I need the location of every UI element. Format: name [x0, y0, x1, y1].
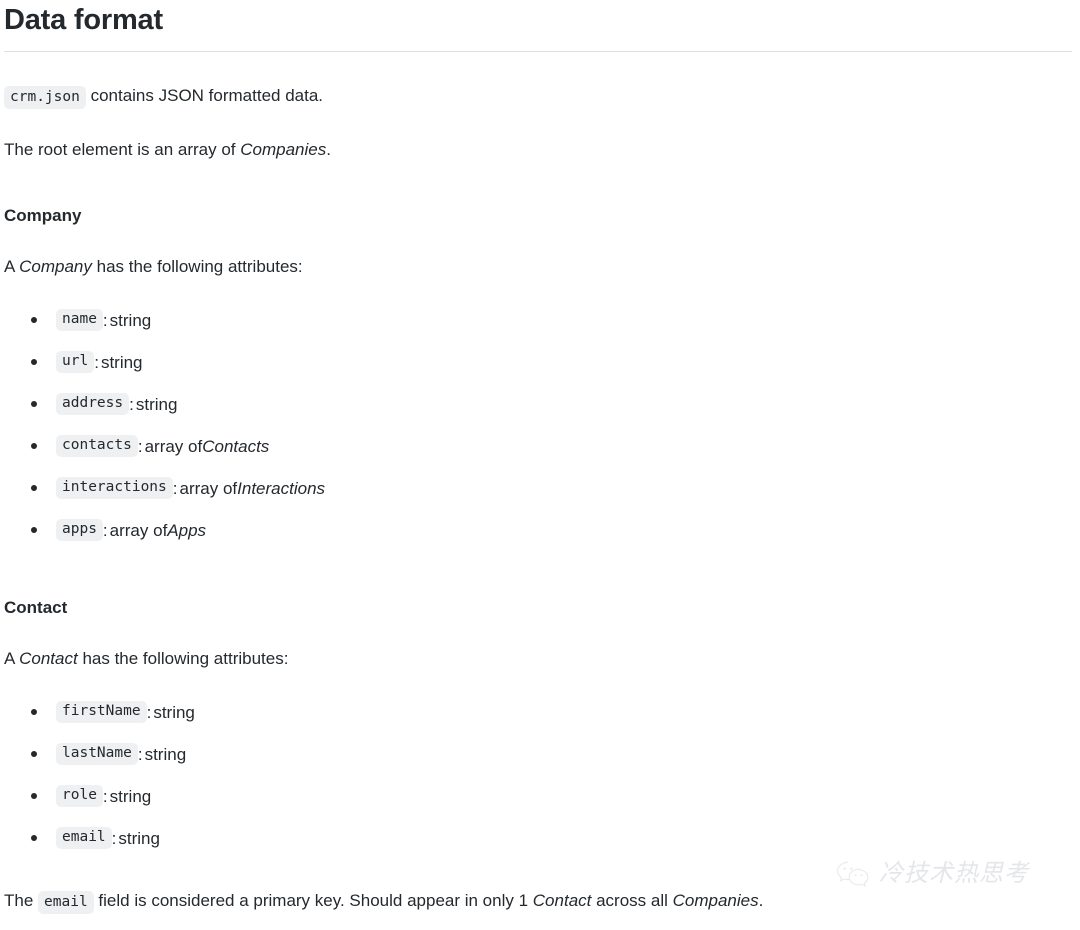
company-attribute-list: name : string url : string address : str… — [4, 299, 1072, 551]
wechat-icon — [837, 861, 869, 888]
contact-lead-after: has the following attributes: — [77, 648, 289, 668]
list-item: firstName : string — [4, 691, 1072, 733]
attribute-type-italic: Interactions — [237, 478, 326, 498]
bullet-icon — [31, 793, 37, 800]
attribute-type-italic: Apps — [167, 520, 207, 540]
bullet-icon — [31, 485, 37, 492]
attribute-separator: : — [137, 744, 143, 764]
watermark: 冷技术热思考 — [836, 860, 1029, 888]
contact-lead-type: Contact — [19, 648, 78, 668]
attribute-separator: : — [102, 786, 108, 806]
bullet-icon — [31, 751, 37, 758]
attribute-name-chip: name — [56, 309, 103, 331]
intro-paragraph: crm.json contains JSON formatted data. — [4, 83, 1072, 110]
list-item: role : string — [4, 775, 1072, 817]
page-title: Data format — [4, 4, 163, 36]
root-text-before: The root element is an array of — [4, 139, 241, 159]
attribute-name-chip: firstName — [56, 701, 147, 723]
company-lead-paragraph: A Company has the following attributes: — [4, 254, 1072, 280]
attribute-separator: : — [172, 478, 178, 498]
company-lead-after: has the following attributes: — [91, 256, 303, 276]
list-item: email : string — [4, 817, 1072, 859]
attribute-type: string — [144, 744, 187, 764]
list-item: interactions : array of Interactions — [4, 467, 1072, 509]
primary-note-part1: The — [4, 891, 39, 911]
attribute-type: string — [109, 786, 152, 806]
attribute-name-chip: interactions — [56, 477, 173, 499]
section-heading-contact: Contact — [4, 598, 68, 618]
attribute-separator: : — [102, 520, 108, 540]
attribute-type: string — [118, 828, 160, 848]
attribute-separator: : — [129, 394, 134, 414]
root-element-paragraph: The root element is an array of Companie… — [4, 137, 1072, 163]
attribute-separator: : — [137, 436, 143, 456]
primary-key-note: The email field is considered a primary … — [4, 888, 1072, 915]
attribute-type: string — [109, 310, 152, 330]
attribute-type: array of — [179, 478, 238, 498]
bullet-icon — [31, 443, 37, 450]
contact-lead-before: A — [4, 648, 20, 668]
attribute-type: string — [100, 352, 143, 372]
list-item: contacts : array of Contacts — [4, 425, 1072, 467]
contact-lead-paragraph: A Contact has the following attributes: — [4, 646, 1072, 672]
bullet-icon — [31, 527, 37, 534]
intro-text: contains JSON formatted data. — [85, 86, 324, 106]
bullet-icon — [31, 709, 37, 716]
bullet-icon — [31, 359, 37, 366]
bullet-icon — [31, 835, 37, 842]
watermark-text: 冷技术热思考 — [879, 861, 1029, 887]
list-item: lastName : string — [4, 733, 1072, 775]
attribute-separator: : — [146, 702, 152, 722]
primary-note-part3: across all — [591, 891, 673, 911]
code-chip-crm-json: crm.json — [4, 86, 86, 110]
bullet-icon — [31, 401, 37, 408]
company-lead-type: Company — [19, 256, 92, 276]
primary-note-companies: Companies — [672, 891, 759, 911]
attribute-type: array of — [109, 520, 168, 540]
attribute-name-chip: url — [56, 351, 95, 373]
attribute-name-chip: contacts — [56, 435, 138, 457]
attribute-separator: : — [111, 828, 117, 848]
attribute-name-chip: address — [56, 393, 130, 415]
attribute-type: string — [153, 702, 195, 722]
attribute-name-chip: role — [56, 785, 103, 807]
primary-note-contact: Contact — [532, 891, 592, 911]
attribute-name-chip: email — [56, 827, 112, 849]
attribute-name-chip: lastName — [56, 743, 138, 765]
company-lead-before: A — [4, 256, 20, 276]
list-item: url : string — [4, 341, 1072, 383]
code-chip-email: email — [38, 891, 94, 915]
contact-attribute-list: firstName : string lastName : string rol… — [4, 691, 1072, 859]
primary-note-part2: field is considered a primary key. Shoul… — [93, 891, 533, 911]
title-divider — [4, 51, 1072, 53]
bullet-icon — [31, 317, 37, 324]
list-item: address : string — [4, 383, 1072, 425]
attribute-separator: : — [102, 310, 108, 330]
section-heading-company: Company — [4, 205, 82, 225]
document-page: Data format crm.json contains JSON forma… — [0, 0, 1080, 930]
list-item: name : string — [4, 299, 1072, 341]
root-type-companies: Companies — [240, 139, 327, 159]
attribute-type: array of — [144, 436, 203, 456]
list-item: apps : array of Apps — [4, 509, 1072, 551]
attribute-type: string — [135, 394, 178, 414]
attribute-name-chip: apps — [56, 519, 103, 541]
attribute-type-italic: Contacts — [202, 436, 270, 456]
primary-note-part4: . — [758, 891, 764, 911]
attribute-separator: : — [94, 352, 99, 372]
root-text-after: . — [326, 139, 331, 159]
